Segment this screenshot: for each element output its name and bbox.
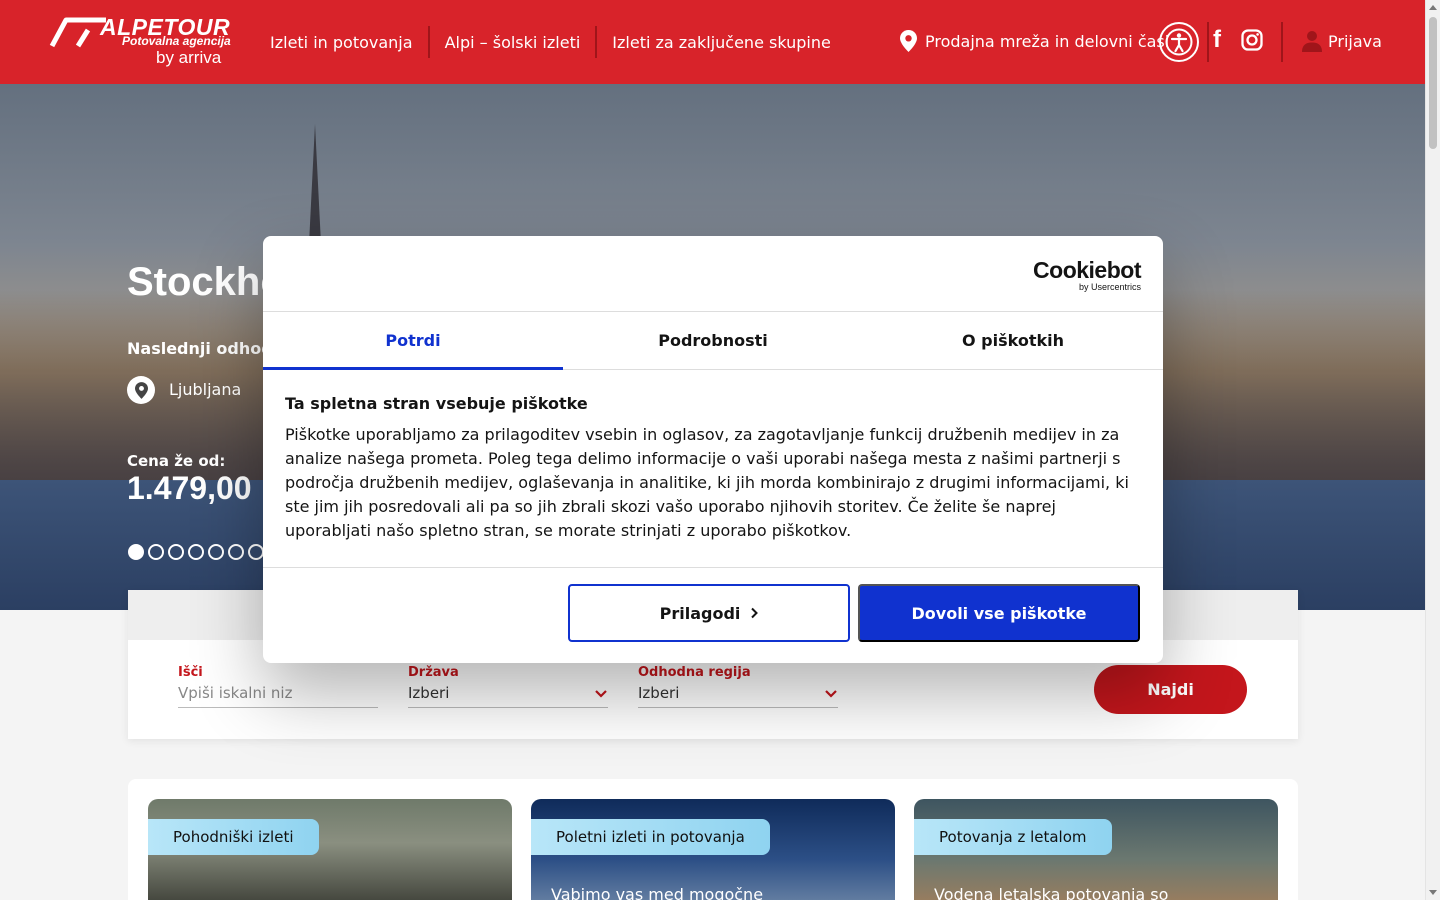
scroll-up-arrow-icon[interactable] bbox=[1429, 5, 1437, 10]
tab-consent[interactable]: Potrdi bbox=[263, 312, 563, 370]
chevron-right-icon bbox=[751, 607, 759, 619]
customize-button-label: Prilagodi bbox=[659, 603, 741, 623]
cookie-consent-dialog: Cookiebot by Usercentrics Potrdi Podrobn… bbox=[263, 236, 1163, 663]
scroll-down-arrow-icon[interactable] bbox=[1429, 890, 1437, 895]
cookie-dialog-title: Ta spletna stran vsebuje piškotke bbox=[285, 394, 588, 413]
tab-details[interactable]: Podrobnosti bbox=[563, 312, 863, 369]
cookie-dialog-footer: Prilagodi Dovoli vse piškotke bbox=[263, 567, 1163, 663]
customize-button[interactable]: Prilagodi bbox=[568, 584, 850, 642]
cookie-dialog-text: Piškotke uporabljamo za prilagoditev vse… bbox=[285, 425, 1129, 540]
allow-all-cookies-button[interactable]: Dovoli vse piškotke bbox=[858, 584, 1140, 642]
scrollbar-thumb[interactable] bbox=[1429, 17, 1437, 149]
cookiebot-logo[interactable]: Cookiebot by Usercentrics bbox=[1033, 258, 1141, 292]
page-scrollbar[interactable] bbox=[1425, 0, 1440, 900]
cookiebot-logo-subtext: by Usercentrics bbox=[1078, 282, 1141, 292]
cookie-tabs: Potrdi Podrobnosti O piškotkih bbox=[263, 311, 1163, 370]
tab-about[interactable]: O piškotkih bbox=[863, 312, 1163, 369]
cookiebot-logo-text: Cookiebot bbox=[1033, 257, 1141, 283]
cookie-dialog-body: Ta spletna stran vsebuje piškotke Piškot… bbox=[285, 394, 1141, 543]
